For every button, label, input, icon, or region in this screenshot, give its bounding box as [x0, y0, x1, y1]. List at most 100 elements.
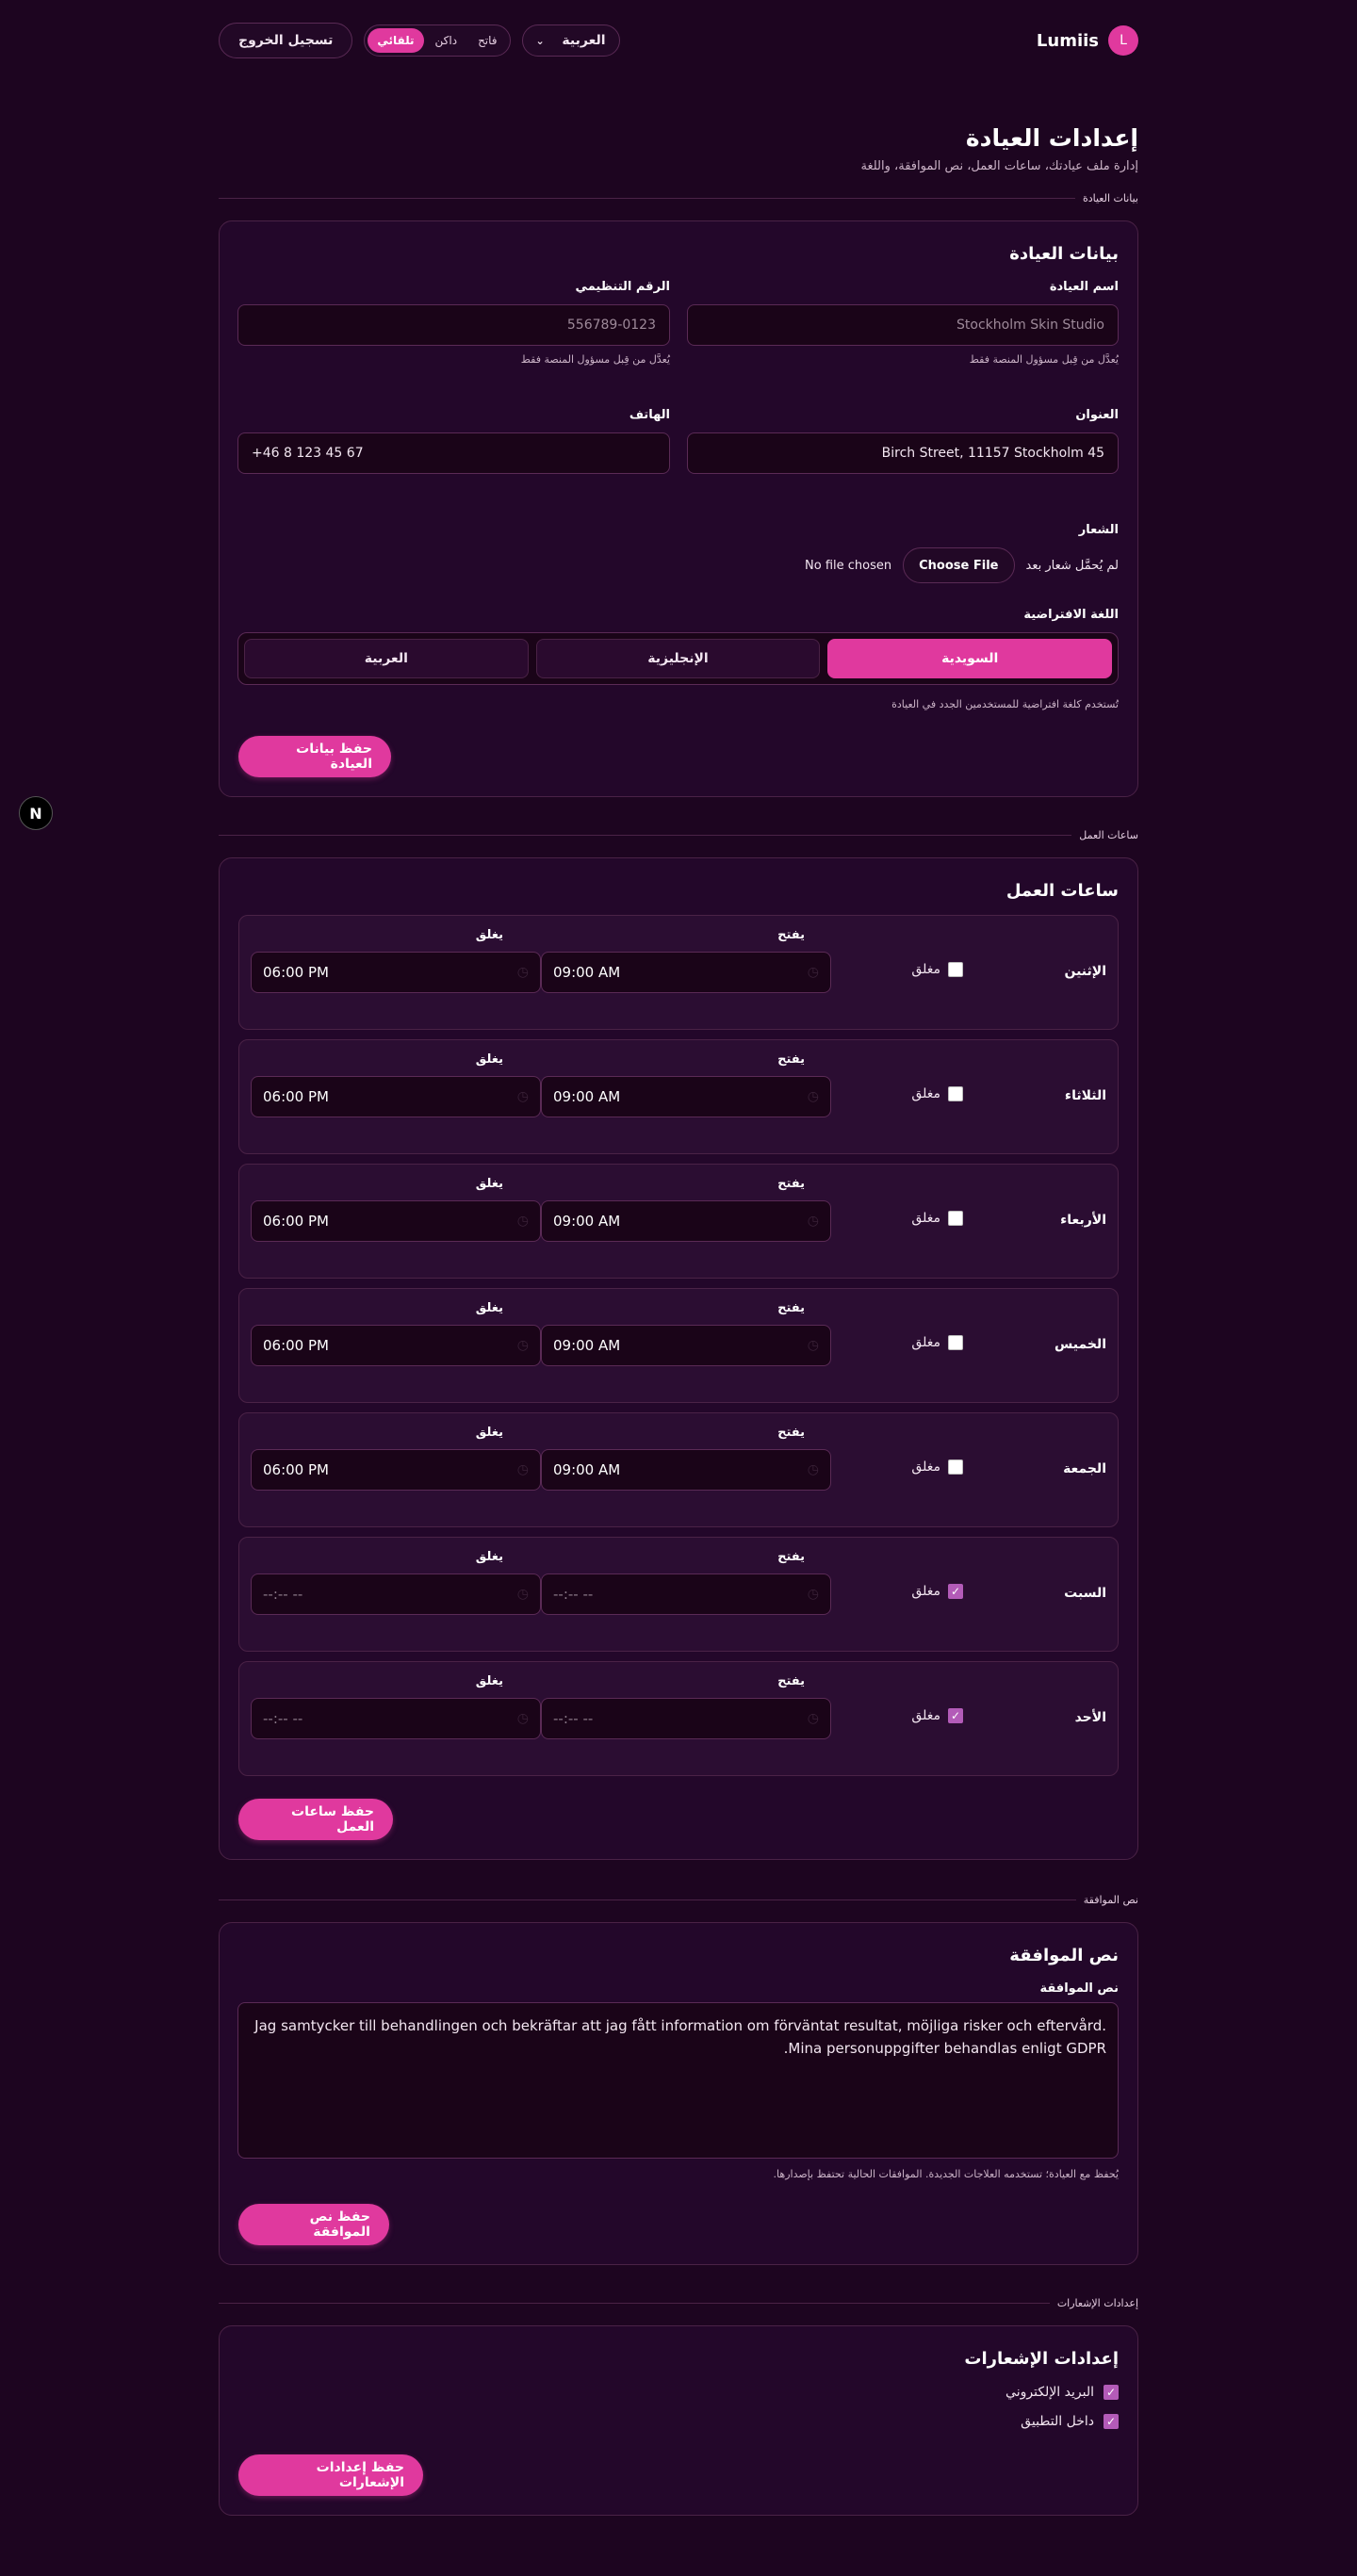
close-time-value: 06:00 PM	[263, 1461, 329, 1478]
open-time-value: 09:00 AM	[553, 1213, 621, 1230]
open-time-input[interactable]: 09:00 AM ◷	[541, 1076, 831, 1117]
page-title: إعدادات العيادة	[965, 124, 1138, 152]
language-option-arabic[interactable]: العربية	[243, 639, 529, 678]
open-time-label: يفتح	[777, 928, 805, 942]
close-time-label: يغلق	[475, 1177, 503, 1191]
clock-icon[interactable]: ◷	[517, 1089, 529, 1104]
inapp-notification-checkbox[interactable]: ✓	[1104, 2414, 1119, 2429]
close-time-input[interactable]: --:-- -- ◷	[251, 1573, 541, 1615]
save-clinic-button[interactable]: حفظ بيانات العيادة	[238, 736, 391, 777]
close-time-input[interactable]: 06:00 PM ◷	[251, 1076, 541, 1117]
brand-name[interactable]: Lumiis	[1037, 31, 1099, 51]
phone-label: الهاتف	[629, 408, 670, 422]
theme-option-light[interactable]: فاتح	[468, 28, 506, 53]
closed-checkbox[interactable]	[948, 1335, 963, 1350]
clock-icon[interactable]: ◷	[808, 965, 819, 980]
closed-checkbox[interactable]: ✓	[948, 1708, 963, 1723]
clock-icon[interactable]: ◷	[517, 1711, 529, 1726]
clock-icon[interactable]: ◷	[808, 1587, 819, 1602]
day-name: الإثنين	[1064, 964, 1106, 979]
close-time-input[interactable]: 06:00 PM ◷	[251, 1325, 541, 1366]
notification-email-row: ✓ البريد الإلكتروني	[1005, 2385, 1119, 2400]
closed-checkbox[interactable]	[948, 1459, 963, 1475]
closed-toggle: مغلق	[911, 1335, 963, 1350]
section-divider-label: إعدادات الإشعارات	[1056, 2296, 1138, 2309]
clinic-name-input[interactable]: Stockholm Skin Studio	[687, 304, 1119, 346]
avatar[interactable]: L	[1108, 25, 1138, 56]
divider-line	[219, 2302, 1050, 2304]
close-time-input[interactable]: 06:00 PM ◷	[251, 1449, 541, 1491]
org-number-hint: يُعدَّل من قِبل مسؤول المنصة فقط	[520, 353, 670, 366]
closed-checkbox[interactable]	[948, 962, 963, 977]
choose-file-button[interactable]: Choose File	[903, 547, 1015, 583]
open-time-input[interactable]: 09:00 AM ◷	[541, 952, 831, 993]
consent-hint: يُحفظ مع العيادة؛ تستخدمه العلاجات الجدي…	[773, 2168, 1119, 2180]
close-time-input[interactable]: 06:00 PM ◷	[251, 952, 541, 993]
theme-option-auto[interactable]: تلقائي	[368, 28, 424, 53]
open-time-input[interactable]: --:-- -- ◷	[541, 1573, 831, 1615]
clinic-name-hint: يُعدَّل من قِبل مسؤول المنصة فقط	[969, 353, 1119, 366]
hours-card-title: ساعات العمل	[1005, 881, 1119, 901]
consent-card-title: نص الموافقة	[1009, 1946, 1119, 1965]
closed-checkbox[interactable]	[948, 1211, 963, 1226]
save-notifications-button[interactable]: حفظ إعدادات الإشعارات	[238, 2454, 423, 2496]
section-divider-label: ساعات العمل	[1079, 828, 1138, 841]
language-select[interactable]: ⌄ العربية	[521, 24, 620, 57]
top-bar: تسجيل الخروج تلقائي داكن فاتح ⌄ العربية …	[219, 21, 1138, 60]
notifications-card-title: إعدادات الإشعارات	[964, 2349, 1119, 2369]
address-input[interactable]: Birch Street, 11157 Stockholm 45	[687, 432, 1119, 474]
default-language-label: اللغة الافتراضية	[1023, 608, 1119, 622]
open-time-label: يفتح	[777, 1301, 805, 1315]
day-name: الأحد	[1074, 1710, 1106, 1725]
clock-icon[interactable]: ◷	[517, 1214, 529, 1229]
section-divider-notifications: إعدادات الإشعارات	[219, 2295, 1138, 2310]
clock-icon[interactable]: ◷	[808, 1089, 819, 1104]
clock-icon[interactable]: ◷	[808, 1214, 819, 1229]
open-time-input[interactable]: 09:00 AM ◷	[541, 1449, 831, 1491]
email-notification-checkbox[interactable]: ✓	[1104, 2385, 1119, 2400]
closed-toggle: ✓ مغلق	[911, 1708, 963, 1723]
consent-card: نص الموافقة نص الموافقة Jag samtycker ti…	[219, 1922, 1138, 2265]
address-label: العنوان	[1075, 408, 1119, 422]
language-option-swedish[interactable]: السويدية	[827, 639, 1112, 678]
theme-switch: تلقائي داكن فاتح	[364, 24, 511, 57]
clock-icon[interactable]: ◷	[517, 1338, 529, 1353]
language-option-english[interactable]: الإنجليزية	[535, 639, 821, 678]
day-name: الجمعة	[1063, 1461, 1106, 1476]
close-time-label: يغلق	[475, 1426, 503, 1440]
section-divider-consent: نص الموافقة	[219, 1892, 1138, 1907]
logout-button[interactable]: تسجيل الخروج	[219, 23, 353, 58]
open-time-input[interactable]: --:-- -- ◷	[541, 1698, 831, 1739]
day-name: الأربعاء	[1060, 1213, 1106, 1228]
closed-toggle: مغلق	[911, 962, 963, 977]
save-consent-button[interactable]: حفظ نص الموافقة	[238, 2204, 389, 2245]
closed-checkbox[interactable]: ✓	[948, 1584, 963, 1599]
section-divider-clinic: بيانات العيادة	[219, 190, 1138, 205]
closed-checkbox[interactable]	[948, 1086, 963, 1101]
open-time-input[interactable]: 09:00 AM ◷	[541, 1325, 831, 1366]
logo-upload-row: لم يُحمَّل شعار بعد Choose File No file …	[805, 547, 1119, 583]
hours-day-row: الأحد ✓ مغلق يفتح --:-- -- ◷ يغلق --:-- -- ◷	[238, 1661, 1119, 1776]
clock-icon[interactable]: ◷	[808, 1711, 819, 1726]
open-time-input[interactable]: 09:00 AM ◷	[541, 1200, 831, 1242]
hours-card: ساعات العمل الإثنين مغلق يفتح 09:00 AM ◷ يغلق…	[219, 857, 1138, 1860]
theme-option-dark[interactable]: داكن	[426, 28, 467, 53]
close-time-input[interactable]: --:-- -- ◷	[251, 1698, 541, 1739]
org-number-input[interactable]: 556789-0123	[237, 304, 670, 346]
close-time-value: --:-- --	[263, 1586, 303, 1603]
clock-icon[interactable]: ◷	[808, 1338, 819, 1353]
clock-icon[interactable]: ◷	[517, 1462, 529, 1477]
clock-icon[interactable]: ◷	[517, 1587, 529, 1602]
dev-tools-badge[interactable]: N	[19, 796, 53, 830]
phone-input[interactable]: +46 8 123 45 67	[237, 432, 670, 474]
close-time-input[interactable]: 06:00 PM ◷	[251, 1200, 541, 1242]
open-time-value: 09:00 AM	[553, 1337, 621, 1354]
open-time-label: يفتح	[777, 1177, 805, 1191]
closed-label: مغلق	[911, 1211, 940, 1226]
save-hours-button[interactable]: حفظ ساعات العمل	[238, 1799, 393, 1840]
clock-icon[interactable]: ◷	[808, 1462, 819, 1477]
clock-icon[interactable]: ◷	[517, 965, 529, 980]
top-bar-controls: تسجيل الخروج تلقائي داكن فاتح ⌄ العربية	[219, 23, 620, 58]
consent-textarea[interactable]: Jag samtycker till behandlingen och bekr…	[237, 2002, 1119, 2159]
hours-day-row: الخميس مغلق يفتح 09:00 AM ◷ يغلق 06:00 PM ◷	[238, 1288, 1119, 1403]
